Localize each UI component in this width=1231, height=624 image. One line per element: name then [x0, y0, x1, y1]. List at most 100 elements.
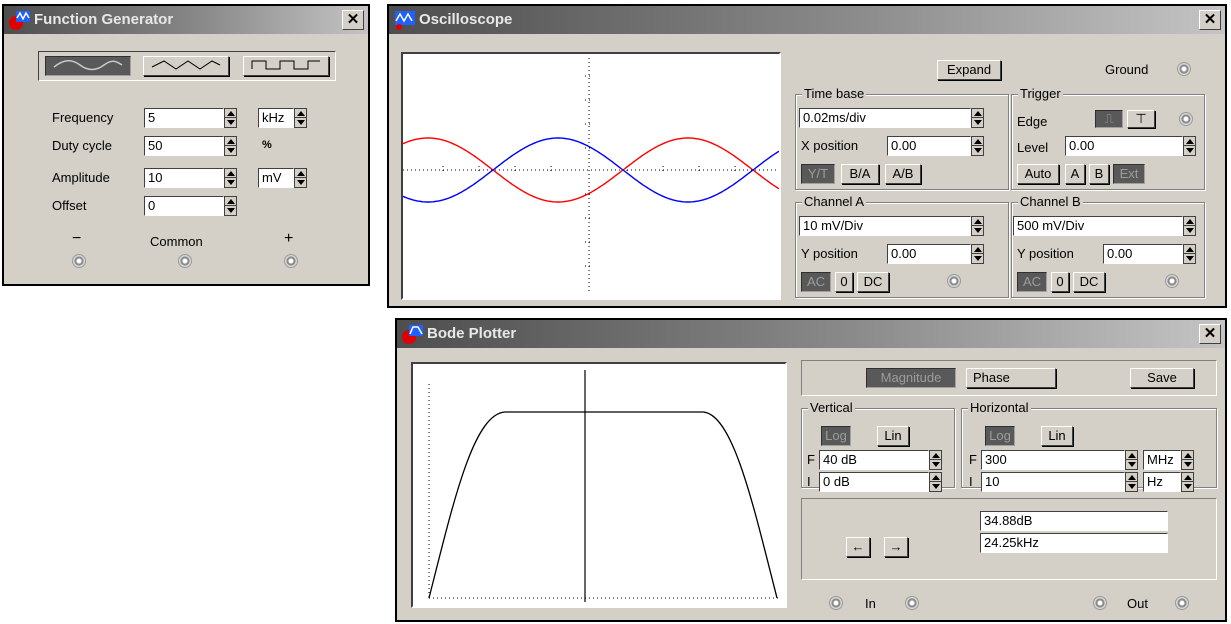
- channel-b-dc-button[interactable]: DC: [1073, 272, 1105, 292]
- time-base-input[interactable]: 0.02ms/div: [799, 108, 971, 128]
- offset-input[interactable]: 0: [144, 196, 224, 216]
- duty-cycle-label: Duty cycle: [52, 138, 112, 153]
- horizontal-initial-unit[interactable]: Hz: [1143, 472, 1181, 492]
- rising-edge-icon[interactable]: ⎍: [1095, 110, 1123, 128]
- x-position-spinner[interactable]: [971, 136, 984, 156]
- out-terminal-negative[interactable]: [1093, 596, 1107, 610]
- trigger-a-button[interactable]: A: [1065, 164, 1085, 184]
- horizontal-lin-button[interactable]: Lin: [1041, 426, 1073, 446]
- plus-terminal[interactable]: [284, 254, 298, 268]
- amplitude-unit[interactable]: mV: [258, 168, 294, 188]
- amplitude-input[interactable]: 10: [144, 168, 224, 188]
- common-terminal-label: Common: [150, 234, 203, 249]
- frequency-input[interactable]: 5: [144, 108, 224, 128]
- trigger-ext-button[interactable]: Ext: [1113, 164, 1145, 184]
- auto-trigger-button[interactable]: Auto: [1017, 164, 1059, 184]
- in-terminal-negative[interactable]: [829, 596, 843, 610]
- yt-mode-button[interactable]: Y/T: [801, 164, 835, 184]
- readout-panel: ← → 34.88dB 24.25kHz: [801, 498, 1217, 580]
- vertical-initial-input[interactable]: 0 dB: [819, 472, 929, 492]
- amplitude-spinner[interactable]: [224, 168, 237, 188]
- horizontal-final-input[interactable]: 300: [981, 450, 1125, 470]
- channel-a-ac-button[interactable]: AC: [801, 272, 831, 292]
- horizontal-final-spinner[interactable]: [1125, 450, 1138, 470]
- triangle-wave-icon[interactable]: [143, 56, 229, 76]
- amplitude-unit-spinner[interactable]: [294, 168, 307, 188]
- channel-a-dc-button[interactable]: DC: [857, 272, 889, 292]
- channel-a-zero-button[interactable]: 0: [835, 272, 853, 292]
- channel-b-zero-button[interactable]: 0: [1051, 272, 1069, 292]
- channel-b-label: Channel B: [1018, 194, 1083, 209]
- frequency-unit[interactable]: kHz: [258, 108, 294, 128]
- close-icon[interactable]: ✕: [342, 10, 364, 30]
- cursor-left-icon[interactable]: ←: [846, 537, 870, 557]
- level-spinner[interactable]: [1183, 136, 1196, 156]
- vertical-final-input[interactable]: 40 dB: [819, 450, 929, 470]
- vertical-log-button[interactable]: Log: [821, 426, 851, 446]
- in-terminal-positive[interactable]: [905, 596, 919, 610]
- channel-b-y-position-spinner[interactable]: [1183, 244, 1196, 264]
- frequency-unit-spinner[interactable]: [294, 108, 307, 128]
- horizontal-initial-unit-spinner[interactable]: [1181, 472, 1194, 492]
- bode-plot-screen: [411, 362, 787, 608]
- minus-terminal[interactable]: [72, 254, 86, 268]
- oscilloscope-traces: [402, 58, 780, 294]
- duty-cycle-spinner[interactable]: [224, 136, 237, 156]
- amplitude-label: Amplitude: [52, 170, 110, 185]
- trigger-b-button[interactable]: B: [1089, 164, 1109, 184]
- x-position-label: X position: [801, 138, 859, 153]
- oscilloscope-screen: [401, 52, 781, 300]
- vertical-label: Vertical: [808, 400, 855, 415]
- vertical-initial-spinner[interactable]: [929, 472, 942, 492]
- save-button[interactable]: Save: [1130, 368, 1194, 388]
- magnitude-button[interactable]: Magnitude: [866, 368, 956, 388]
- close-icon[interactable]: ✕: [1199, 10, 1221, 30]
- channel-a-y-position-input[interactable]: 0.00: [887, 244, 971, 264]
- horizontal-log-button[interactable]: Log: [985, 426, 1015, 446]
- channel-a-terminal[interactable]: [947, 274, 961, 288]
- square-wave-icon[interactable]: [243, 56, 329, 76]
- ba-mode-button[interactable]: B/A: [841, 164, 879, 184]
- oscilloscope-titlebar[interactable]: Oscilloscope ✕: [389, 6, 1225, 34]
- x-position-input[interactable]: 0.00: [887, 136, 971, 156]
- common-terminal[interactable]: [178, 254, 192, 268]
- vertical-lin-button[interactable]: Lin: [877, 426, 909, 446]
- horizontal-initial-input[interactable]: 10: [981, 472, 1125, 492]
- bode-plotter-titlebar[interactable]: Bode Plotter ✕: [397, 320, 1225, 348]
- duty-cycle-input[interactable]: 50: [144, 136, 224, 156]
- ab-mode-button[interactable]: A/B: [885, 164, 921, 184]
- waveform-selector: [38, 51, 336, 81]
- time-base-spinner[interactable]: [971, 108, 984, 128]
- channel-b-y-position-input[interactable]: 0.00: [1103, 244, 1183, 264]
- phase-button[interactable]: Phase: [966, 368, 1056, 388]
- offset-label: Offset: [52, 198, 87, 213]
- out-terminal-positive[interactable]: [1175, 596, 1189, 610]
- channel-a-scale-input[interactable]: 10 mV/Div: [799, 216, 971, 236]
- trigger-terminal[interactable]: [1179, 112, 1193, 126]
- expand-button[interactable]: Expand: [937, 60, 1001, 80]
- channel-b-terminal[interactable]: [1165, 274, 1179, 288]
- channel-a-scale-spinner[interactable]: [971, 216, 984, 236]
- vertical-final-spinner[interactable]: [929, 450, 942, 470]
- frequency-spinner[interactable]: [224, 108, 237, 128]
- horizontal-final-unit-spinner[interactable]: [1181, 450, 1194, 470]
- channel-a-label: Channel A: [802, 194, 866, 209]
- horizontal-initial-spinner[interactable]: [1125, 472, 1138, 492]
- channel-b-y-position-label: Y position: [1017, 246, 1074, 261]
- falling-edge-icon[interactable]: ⊤: [1127, 110, 1155, 128]
- sine-wave-icon[interactable]: [45, 56, 131, 76]
- function-generator-window: Function Generator ✕ Frequency 5 kHz Dut…: [2, 4, 370, 286]
- horizontal-final-unit[interactable]: MHz: [1143, 450, 1181, 470]
- offset-spinner[interactable]: [224, 196, 237, 216]
- channel-b-scale-spinner[interactable]: [1183, 216, 1196, 236]
- level-input[interactable]: 0.00: [1065, 136, 1183, 156]
- function-generator-titlebar[interactable]: Function Generator ✕: [4, 6, 368, 34]
- close-icon[interactable]: ✕: [1199, 324, 1221, 344]
- ground-terminal[interactable]: [1177, 62, 1191, 76]
- plus-terminal-label: +: [284, 230, 294, 247]
- cursor-right-icon[interactable]: →: [884, 537, 908, 557]
- channel-a-y-position-spinner[interactable]: [971, 244, 984, 264]
- channel-b-scale-input[interactable]: 500 mV/Div: [1013, 216, 1183, 236]
- oscilloscope-window: Oscilloscope ✕ Expand Ground Time base 0…: [387, 4, 1227, 308]
- channel-b-ac-button[interactable]: AC: [1017, 272, 1047, 292]
